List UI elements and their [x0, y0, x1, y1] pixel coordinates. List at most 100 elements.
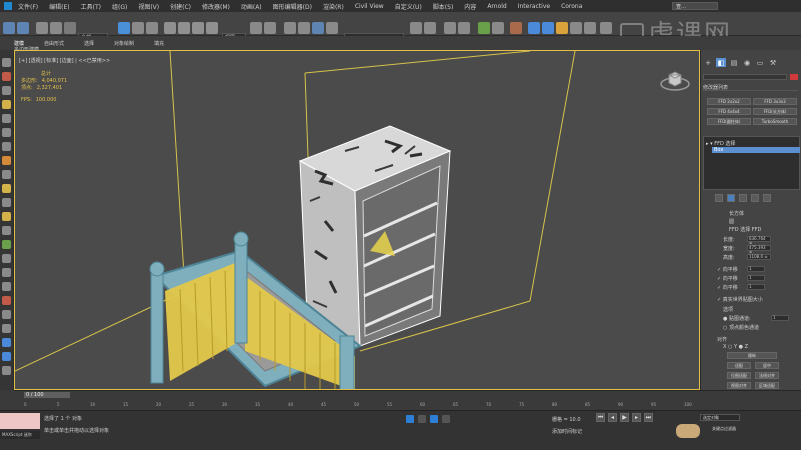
tool-layer-icon[interactable]: [2, 324, 11, 333]
param-axis-radios[interactable]: X ○ Y ● Z: [723, 344, 748, 350]
select-by-name-icon[interactable]: [132, 22, 144, 34]
lock-selection-icon[interactable]: [406, 415, 414, 423]
ffd-222-button[interactable]: FFD 2x2x2: [707, 98, 751, 105]
play-icon[interactable]: ▶: [620, 413, 629, 422]
menu-create[interactable]: 创建(C): [170, 2, 191, 11]
curve-editor-icon[interactable]: [478, 22, 490, 34]
tool-select-icon[interactable]: [2, 72, 11, 81]
tool-world-icon[interactable]: [2, 352, 11, 361]
param-u-tile-label[interactable]: ✓ 向平移: [717, 266, 738, 273]
schematic-view-icon[interactable]: [492, 22, 504, 34]
view-align-button[interactable]: 视图对齐: [727, 382, 751, 389]
menu-scripting[interactable]: 脚本(S): [433, 2, 454, 11]
param-vertex-color-radio[interactable]: ○ 顶点颜色通道: [723, 324, 759, 331]
menu-content[interactable]: 内容: [464, 2, 476, 11]
tool-graph-icon[interactable]: [2, 114, 11, 123]
material-editor-icon[interactable]: [510, 22, 522, 34]
object-color-swatch[interactable]: [790, 74, 798, 80]
render-setup-icon[interactable]: [528, 22, 540, 34]
ribbon-tab-selection[interactable]: 选择: [84, 40, 94, 47]
percent-snap-icon[interactable]: [312, 22, 324, 34]
param-box[interactable]: 长方体: [729, 210, 744, 217]
menu-tools[interactable]: 工具(T): [81, 2, 101, 11]
tool-helper-icon[interactable]: [2, 184, 11, 193]
mirror-icon[interactable]: [410, 22, 422, 34]
menu-edit[interactable]: 编辑(E): [49, 2, 69, 11]
bind-space-warp-icon[interactable]: [64, 22, 76, 34]
selected-set-dropdown[interactable]: 选定对象: [700, 414, 740, 421]
param-v-tile-field[interactable]: 1: [747, 275, 765, 281]
tool-modifier-icon[interactable]: [2, 226, 11, 235]
rect-selection-icon[interactable]: [146, 22, 158, 34]
spinner-snap-icon[interactable]: [326, 22, 338, 34]
tool-light-icon[interactable]: [2, 128, 11, 137]
bitmap-fit-button[interactable]: 位图适配: [727, 372, 751, 379]
tool-scene-icon[interactable]: [2, 310, 11, 319]
tool-spline-icon[interactable]: [2, 198, 11, 207]
layer-explorer-icon[interactable]: [444, 22, 456, 34]
adaptive-degradation-icon[interactable]: [442, 415, 450, 423]
go-to-end-icon[interactable]: ⏭: [644, 413, 653, 422]
tool-utility-icon[interactable]: [2, 282, 11, 291]
ffd-333-button[interactable]: FFD 3x3x3: [753, 98, 797, 105]
angle-snap-icon[interactable]: [298, 22, 310, 34]
tool-geometry-icon[interactable]: [2, 170, 11, 179]
param-w-tile-field[interactable]: 1: [747, 284, 765, 290]
param-w-tile-label[interactable]: ✓ 向平移: [717, 284, 738, 291]
isolate-icon[interactable]: [430, 415, 438, 423]
menu-modifiers[interactable]: 修改器(M): [202, 2, 230, 11]
fit-button[interactable]: 适配: [727, 362, 751, 369]
select-manipulate-icon[interactable]: [264, 22, 276, 34]
tool-extra-icon[interactable]: [2, 366, 11, 375]
rotate-icon[interactable]: [178, 22, 190, 34]
param-length-field[interactable]: 636.764 ≑: [747, 236, 771, 245]
ribbon-tab-populate[interactable]: 填充: [154, 40, 164, 47]
ffd-444-button[interactable]: FFD 4x4x4: [707, 108, 751, 115]
time-slider[interactable]: 0 / 100: [24, 392, 70, 398]
object-name-field[interactable]: [703, 74, 787, 80]
menu-view[interactable]: 视图(V): [138, 2, 159, 11]
ribbon-tab-object-paint[interactable]: 对象绘制: [114, 40, 134, 47]
param-map-channel-radio[interactable]: ● 贴图通道:: [723, 315, 751, 322]
menu-civil-view[interactable]: Civil View: [355, 3, 384, 10]
perspective-viewport[interactable]: [+] [透视] [标准] [边面] | <<已禁用>> 总计 多边形: 4,04…: [14, 50, 700, 390]
param-real-world-checkbox[interactable]: ✓ 真实世界贴图大小: [717, 296, 763, 303]
ribbon-tab-freeform[interactable]: 自由形式: [44, 40, 64, 47]
render-production-icon[interactable]: [556, 22, 568, 34]
render-iterative-icon[interactable]: [570, 22, 582, 34]
param-map-channel-field[interactable]: 1: [771, 315, 789, 321]
tool-edit-icon[interactable]: [2, 100, 11, 109]
auto-key-button[interactable]: [676, 424, 700, 438]
param-width-field[interactable]: 475.393 ≑: [747, 245, 771, 254]
place-icon[interactable]: [206, 22, 218, 34]
modifier-list-dropdown[interactable]: 修改器列表: [703, 84, 798, 91]
redo-icon[interactable]: [17, 22, 29, 34]
modify-tab-icon[interactable]: ◧: [716, 58, 726, 67]
unlink-icon[interactable]: [50, 22, 62, 34]
ffd-box-button[interactable]: FFD(长方体): [753, 108, 797, 115]
viewport-label[interactable]: [+] [透视] [标准] [边面] | <<已禁用>>: [19, 57, 110, 64]
a360-gallery-icon[interactable]: [600, 22, 612, 34]
param-ffd-sel[interactable]: FFD 选择 FFD: [729, 226, 761, 233]
maxscript-label[interactable]: MAXScript 迷你: [0, 431, 40, 439]
stack-item-box[interactable]: Box: [712, 147, 800, 153]
tool-material-icon[interactable]: [2, 156, 11, 165]
scale-icon[interactable]: [192, 22, 204, 34]
param-height-field[interactable]: 1108.0 ≑: [747, 254, 771, 260]
tool-hierarchy-icon[interactable]: [2, 240, 11, 249]
tool-shape-icon[interactable]: [2, 212, 11, 221]
pin-stack-icon[interactable]: [715, 194, 723, 202]
tool-display-icon[interactable]: [2, 268, 11, 277]
menu-file[interactable]: 文件(F): [18, 2, 38, 11]
param-v-tile-label[interactable]: ✓ 向平移: [717, 275, 738, 282]
previous-frame-icon[interactable]: ◂: [608, 413, 617, 422]
menu-customize[interactable]: 自定义(U): [395, 2, 422, 11]
absolute-mode-icon[interactable]: [418, 415, 426, 423]
timeline[interactable]: 0 / 100 0 5 10 15 20 25 30 35 40 45 50 55 60 65 70 75 80…: [14, 390, 801, 410]
scene-explorer-icon[interactable]: [458, 22, 470, 34]
menu-rendering[interactable]: 渲染(R): [323, 2, 344, 11]
align-icon[interactable]: [424, 22, 436, 34]
link-icon[interactable]: [36, 22, 48, 34]
search-input[interactable]: 查…: [672, 2, 718, 10]
tool-motion-icon[interactable]: [2, 254, 11, 263]
